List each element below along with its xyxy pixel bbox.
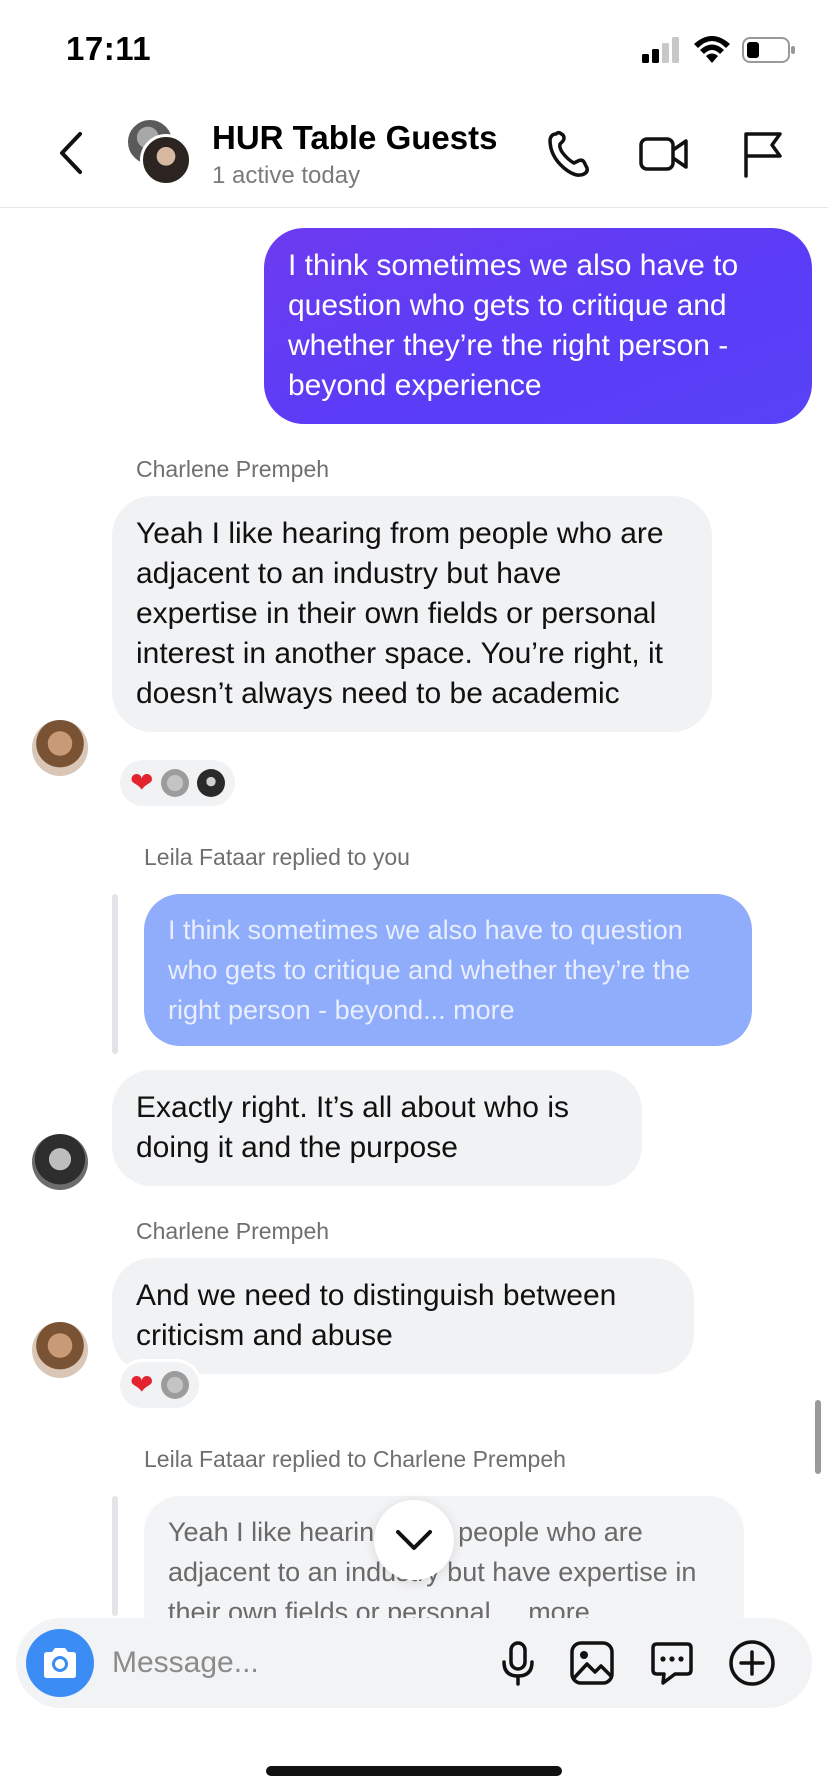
- status-icons: [642, 36, 796, 64]
- heart-reaction-icon: ❤: [130, 767, 154, 798]
- sticker-button[interactable]: [644, 1635, 700, 1691]
- group-avatar-front: [140, 134, 192, 186]
- cellular-signal-icon: [642, 37, 679, 63]
- microphone-button[interactable]: [490, 1635, 546, 1691]
- camera-icon: [44, 1648, 76, 1678]
- reply-indicator-line: [112, 894, 118, 1054]
- message-reactions[interactable]: ❤: [120, 1362, 200, 1408]
- avatar-leila-fataar[interactable]: [32, 1134, 88, 1190]
- status-time: 17:11: [66, 30, 152, 67]
- camera-button[interactable]: [26, 1629, 94, 1697]
- wifi-icon: [694, 36, 730, 63]
- home-indicator[interactable]: [266, 1766, 562, 1776]
- avatar-charlene-prempeh[interactable]: [32, 1322, 88, 1378]
- heart-reaction-icon: ❤: [130, 1369, 154, 1400]
- quoted-more-link[interactable]: more: [446, 995, 515, 1025]
- more-options-button[interactable]: [724, 1635, 780, 1691]
- quoted-message[interactable]: I think sometimes we also have to questi…: [144, 894, 752, 1046]
- flag-icon[interactable]: [734, 126, 790, 182]
- incoming-message-bubble[interactable]: Yeah I like hearing from people who are …: [112, 496, 712, 732]
- message-input[interactable]: [112, 1640, 472, 1686]
- microphone-icon: [502, 1641, 534, 1686]
- message-reactions[interactable]: ❤: [120, 760, 236, 806]
- video-camera-icon[interactable]: [636, 126, 692, 182]
- message-composer: [16, 1618, 812, 1708]
- reply-indicator-line: [112, 1496, 118, 1616]
- sender-name: Charlene Prempeh: [136, 1218, 330, 1244]
- incoming-message-bubble[interactable]: And we need to distinguish between criti…: [112, 1258, 694, 1374]
- chat-header: HUR Table Guests 1 active today: [0, 100, 828, 208]
- quoted-text: I think sometimes we also have to questi…: [168, 915, 691, 1025]
- phone-icon[interactable]: [540, 126, 596, 182]
- reply-label: Leila Fataar replied to you: [144, 844, 410, 870]
- scrollbar[interactable]: [815, 1400, 821, 1474]
- battery-icon: [742, 37, 795, 63]
- avatar-charlene-prempeh[interactable]: [32, 720, 88, 776]
- reaction-avatar: [161, 769, 190, 797]
- gallery-button[interactable]: [564, 1635, 620, 1691]
- incoming-message-bubble[interactable]: Exactly right. It’s all about who is doi…: [112, 1070, 642, 1186]
- chat-bubble-icon: [651, 1642, 693, 1685]
- status-bar: 17:11: [0, 0, 828, 100]
- chevron-down-icon: [396, 1530, 432, 1550]
- group-avatar[interactable]: [126, 118, 196, 188]
- chat-title-block[interactable]: HUR Table Guests 1 active today: [212, 118, 497, 192]
- reaction-avatar: [197, 769, 226, 797]
- quoted-more-link[interactable]: more: [521, 1597, 590, 1618]
- scroll-to-bottom-button[interactable]: [374, 1500, 454, 1580]
- outgoing-message-bubble[interactable]: I think sometimes we also have to questi…: [264, 228, 812, 424]
- reaction-avatar: [161, 1371, 190, 1399]
- chevron-left-icon[interactable]: [52, 128, 92, 178]
- reply-label: Leila Fataar replied to Charlene Prempeh: [144, 1446, 566, 1472]
- image-icon: [570, 1641, 614, 1685]
- chat-title: HUR Table Guests: [212, 119, 498, 156]
- sender-name: Charlene Prempeh: [136, 456, 330, 482]
- plus-circle-icon: [729, 1640, 775, 1686]
- chat-subtitle: 1 active today: [212, 162, 361, 189]
